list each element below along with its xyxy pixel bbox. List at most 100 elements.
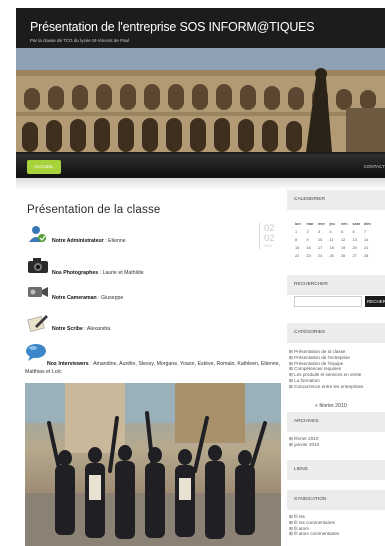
calendar-day[interactable]: 10	[318, 238, 330, 242]
site-title[interactable]: Présentation de l'entreprise SOS INFORM@…	[30, 20, 315, 34]
calendar-day[interactable]: 9	[307, 238, 319, 242]
list-item-photographers: Nos Photographes : Laurie et Mathilde	[27, 256, 227, 276]
camera-icon	[28, 258, 48, 273]
calendar-weekday: sam	[352, 222, 361, 226]
calendar-week-row: 15 16 17 18 19 20 21	[295, 246, 376, 250]
links-heading: LIENS	[287, 460, 385, 480]
calendar-day[interactable]: 15	[295, 246, 307, 250]
calendar-day[interactable]: 28	[364, 254, 376, 258]
calendar-day[interactable]: 21	[364, 246, 376, 250]
header-banner-image	[16, 48, 385, 152]
calendar-week-row: 22 23 24 25 26 27 28	[295, 254, 376, 258]
calendar-day[interactable]: 7	[364, 230, 376, 234]
calendar-day[interactable]: 12	[341, 238, 353, 242]
post-date-month: 02	[264, 233, 275, 244]
interviewers-role: Nos Interviewers	[47, 361, 89, 367]
category-link-label: La formation	[294, 377, 320, 383]
calendar-day[interactable]: 18	[330, 246, 342, 250]
calendar-day[interactable]: 24	[318, 254, 330, 258]
categories-heading: CATÉGORIES	[287, 323, 385, 343]
calendar-day[interactable]: 11	[330, 238, 342, 242]
calendar-day[interactable]: 23	[307, 254, 319, 258]
calendar-day[interactable]: 17	[318, 246, 330, 250]
site-subtitle: Par la classe de TCG du lycée St-Vincent…	[30, 38, 130, 43]
calendar-day[interactable]: 26	[341, 254, 353, 258]
writing-pen-icon	[27, 315, 48, 332]
category-link[interactable]: ⊞ Concurrence entre les entreprises	[289, 384, 363, 390]
feed-link-label: fil rss	[294, 514, 305, 519]
row-names: Giuseppe	[101, 295, 124, 301]
class-group-photo	[25, 383, 281, 546]
row-role: Notre Administrateur	[52, 238, 104, 244]
nav-home-tab[interactable]: ACCUEIL	[27, 160, 61, 174]
post-date-year: 2010	[264, 244, 272, 248]
search-heading: RECHERCHER	[287, 275, 385, 295]
calendar-day[interactable]: 5	[341, 230, 353, 234]
category-link-label: Présentation de l'équipe	[294, 360, 344, 366]
row-names: Etienne	[108, 238, 126, 244]
row-role: Notre Cameraman	[52, 295, 97, 301]
list-item-scribe: Notre Scribe : Alexandra	[27, 312, 227, 332]
search-input[interactable]	[294, 296, 362, 307]
categories-list: ⊞ Présentation de la classe ⊞ Présentati…	[289, 349, 363, 390]
calendar-weekday: mar	[306, 222, 314, 226]
calendar-weekday-row: lun mar mer jeu ven sam dim	[295, 222, 376, 226]
calendar-week-row: 1234567	[295, 230, 376, 234]
nav-shadow	[16, 178, 385, 190]
calendar-weekday: dim	[364, 222, 371, 226]
post-date: 02 02 2010	[259, 223, 282, 249]
calendar-day[interactable]: 19	[341, 246, 353, 250]
calendar-weekday: jeu	[329, 222, 336, 226]
main-navbar: ACCUEIL CONTACT	[16, 154, 385, 178]
row-role: Notre Scribe	[52, 326, 83, 332]
category-link-label: Compétences requises	[294, 366, 342, 372]
post-title[interactable]: Présentation de la classe	[27, 204, 161, 216]
calendar-heading: CALENDRIER	[287, 190, 385, 210]
archive-link[interactable]: ⊞ janvier 2010	[289, 442, 319, 448]
calendar-day[interactable]: 22	[295, 254, 307, 258]
feed-link[interactable]: ⊞ fil atom commentaires	[289, 531, 339, 537]
calendar-day[interactable]: 25	[330, 254, 342, 258]
list-item-cameraman: Notre Cameraman : Giuseppe	[27, 282, 227, 302]
site-header: Présentation de l'entreprise SOS INFORM@…	[16, 8, 385, 154]
archives-heading: ARCHIVES	[287, 412, 385, 432]
video-camera-icon	[28, 287, 48, 297]
row-role: Nos Photographes	[52, 270, 99, 276]
search-button[interactable]: RECHERCHER	[365, 296, 385, 307]
syndication-list: ⊞ fil rss ⊞ fil rss commentaires ⊞ fil a…	[289, 514, 339, 537]
category-link-label: Les produits et services en vente	[294, 372, 362, 378]
category-link-label: Présentation de l'entreprise	[294, 354, 350, 360]
interviewers-paragraph: Nos Interviewers : Amandine, Aurélie, St…	[25, 361, 280, 375]
calendar-week-row: 8 9 10 11 12 13 14	[295, 238, 376, 242]
calendar-day[interactable]: 8	[295, 238, 307, 242]
calendar-month-nav[interactable]: « février 2010	[315, 403, 347, 409]
calendar-day[interactable]: 3	[318, 230, 330, 234]
chat-bubble-icon	[26, 344, 46, 361]
calendar-weekday: mer	[318, 222, 325, 226]
calendar-weekday: lun	[295, 222, 301, 226]
archive-link-label: février 2010	[294, 436, 319, 441]
calendar-day[interactable]: 4	[330, 230, 342, 234]
feed-link-label: fil atom	[294, 525, 309, 531]
calendar-weekday: ven	[341, 222, 348, 226]
feed-link-label: fil atom commentaires	[294, 531, 340, 537]
calendar-day[interactable]: 27	[353, 254, 365, 258]
category-link-label: Présentation de la classe	[294, 349, 346, 354]
calendar-day[interactable]: 20	[353, 246, 365, 250]
category-link-label: Concurrence entre les entreprises	[294, 383, 364, 389]
calendar-day[interactable]: 1	[295, 230, 307, 234]
calendar-day[interactable]: 14	[364, 238, 376, 242]
calendar-day[interactable]: 2	[307, 230, 319, 234]
calendar-day[interactable]: 6	[353, 230, 365, 234]
row-names: Alexandra	[86, 326, 111, 332]
feed-link-label: fil rss commentaires	[294, 519, 335, 525]
archive-link-label: janvier 2010	[294, 441, 320, 447]
row-names: Laurie et Mathilde	[102, 270, 144, 276]
calendar-day[interactable]: 13	[353, 238, 365, 242]
admin-user-icon	[29, 226, 46, 242]
syndication-heading: SYNDICATION	[287, 490, 385, 510]
calendar-day[interactable]: 16	[307, 246, 319, 250]
list-item-administrator: Notre Administrateur : Etienne	[27, 224, 227, 244]
nav-contact-tab[interactable]: CONTACT	[364, 164, 385, 169]
archives-list: ⊞ février 2010 ⊞ janvier 2010	[289, 436, 319, 448]
